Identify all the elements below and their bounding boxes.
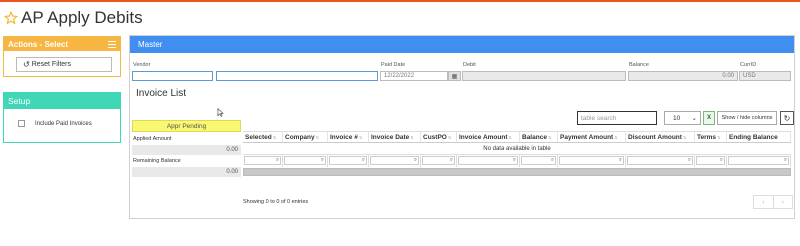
currid-label: CurrID [740,62,757,68]
invoice-list-title: Invoice List [136,88,187,99]
search-icon: ⌕ [728,156,789,165]
page-title: AP Apply Debits [4,7,143,29]
setup-header: Setup [4,93,120,109]
column-header[interactable]: Terms ⇅ [695,132,727,142]
excel-export-button[interactable]: X [703,111,715,125]
horizontal-scrollbar[interactable] [243,168,791,176]
column-filter-input[interactable]: ⌕ [695,155,727,167]
applied-amount-value: 0.00 [132,145,241,155]
column-filter-input[interactable]: ⌕ [626,155,695,167]
search-icon: ⌕ [627,156,693,165]
column-header[interactable]: Invoice # ⇅ [328,132,369,142]
balance-label: Balance [629,62,649,68]
actions-header[interactable]: Actions - Select [4,37,120,51]
table-search-input[interactable]: table search [577,111,657,125]
search-icon: ⌕ [559,156,624,165]
search-icon: ⌕ [284,156,326,165]
show-hide-columns-button[interactable]: Show / hide columns [717,111,777,125]
page-length-select[interactable]: 10 ⌄ [664,111,701,125]
remaining-balance-value: 0.00 [132,167,241,177]
next-page-button[interactable]: › [772,196,793,208]
paid-date-label: Paid Date [381,62,406,68]
master-title: Master [138,40,163,49]
include-paid-option: Include Paid Invoices [18,120,92,127]
paid-date-input[interactable]: 12/22/2022 [380,71,448,81]
excel-icon: X [706,115,711,121]
chevron-down-icon: ⌄ [691,115,697,122]
search-icon: ⌕ [422,156,455,165]
column-filter-input[interactable]: ⌕ [328,155,369,167]
column-header[interactable]: Balance ⇅ [520,132,558,142]
balance-field: 0.00 [628,71,738,81]
column-header[interactable]: Company ⇅ [283,132,328,142]
include-paid-checkbox[interactable] [18,120,25,127]
column-filter-input[interactable]: ⌕ [727,155,791,167]
favorite-star-icon[interactable] [4,11,18,25]
search-icon: ⌕ [696,156,725,165]
debit-field [462,71,626,81]
column-header[interactable]: Invoice Date ⇅ [369,132,421,142]
vendor-name-input[interactable] [216,71,378,81]
column-header[interactable]: Discount Amount ⇅ [626,132,695,142]
column-filter-input[interactable]: ⌕ [243,155,283,167]
master-panel: Master Vendor Paid Date 12/22/2022 ▦ Deb… [129,35,795,219]
column-header[interactable]: Selected ⇅ [243,132,283,142]
column-header[interactable]: Ending Balance [727,132,791,142]
column-header[interactable]: CustPO ⇅ [421,132,457,142]
column-filter-input[interactable]: ⌕ [520,155,558,167]
refresh-icon[interactable]: ↻ [780,111,794,125]
column-filter-input[interactable]: ⌕ [369,155,421,167]
actions-panel: Actions - Select ↺ Reset Filters [3,36,121,77]
master-header: Master [130,36,794,53]
search-icon: ⌕ [244,156,281,165]
vendor-code-input[interactable] [132,71,213,81]
page-length-value: 10 [673,114,681,122]
reset-icon: ↺ [23,60,30,69]
applied-amount-label: Applied Amount [133,136,172,142]
empty-table-message: No data available in table [243,143,791,155]
appr-pending-badge: Appr Pending [132,120,241,132]
mouse-pointer-icon [217,108,224,117]
reset-filters-button[interactable]: ↺ Reset Filters [16,57,112,72]
search-icon: ⌕ [521,156,556,165]
column-header[interactable]: Payment Amount ⇅ [558,132,626,142]
search-icon: ⌕ [458,156,518,165]
calendar-icon[interactable]: ▦ [448,71,461,81]
pagination: ‹ › [753,195,793,209]
search-icon: ⌕ [370,156,419,165]
column-filter-input[interactable]: ⌕ [558,155,626,167]
invoice-table: Selected ⇅ Company ⇅ Invoice # ⇅ Invoice Da… [243,131,791,176]
column-filter-row: ⌕ ⌕ ⌕ ⌕ ⌕ ⌕ ⌕ ⌕ ⌕ ⌕ ⌕ [243,155,791,167]
column-header[interactable]: Invoice Amount ⇅ [457,132,520,142]
actions-title: Actions - Select [8,39,69,49]
reset-filters-label: Reset Filters [31,61,71,68]
top-accent-line [0,0,800,2]
setup-title: Setup [8,96,31,106]
include-paid-label: Include Paid Invoices [35,120,92,127]
currid-field: USD [739,71,791,81]
debit-label: Debit [463,62,476,68]
column-filter-input[interactable]: ⌕ [421,155,457,167]
table-header-row: Selected ⇅ Company ⇅ Invoice # ⇅ Invoice Da… [243,131,791,143]
column-filter-input[interactable]: ⌕ [457,155,520,167]
search-icon: ⌕ [329,156,367,165]
hamburger-menu-icon[interactable] [108,40,116,48]
column-filter-input[interactable]: ⌕ [283,155,328,167]
table-info: Showing 0 to 0 of 0 entries [243,199,309,205]
previous-page-button[interactable]: ‹ [754,196,773,208]
page-title-text: AP Apply Debits [21,8,143,27]
vendor-label: Vendor [133,62,151,68]
setup-panel: Setup Include Paid Invoices [3,92,121,143]
remaining-balance-label: Remaining Balance [133,158,181,164]
